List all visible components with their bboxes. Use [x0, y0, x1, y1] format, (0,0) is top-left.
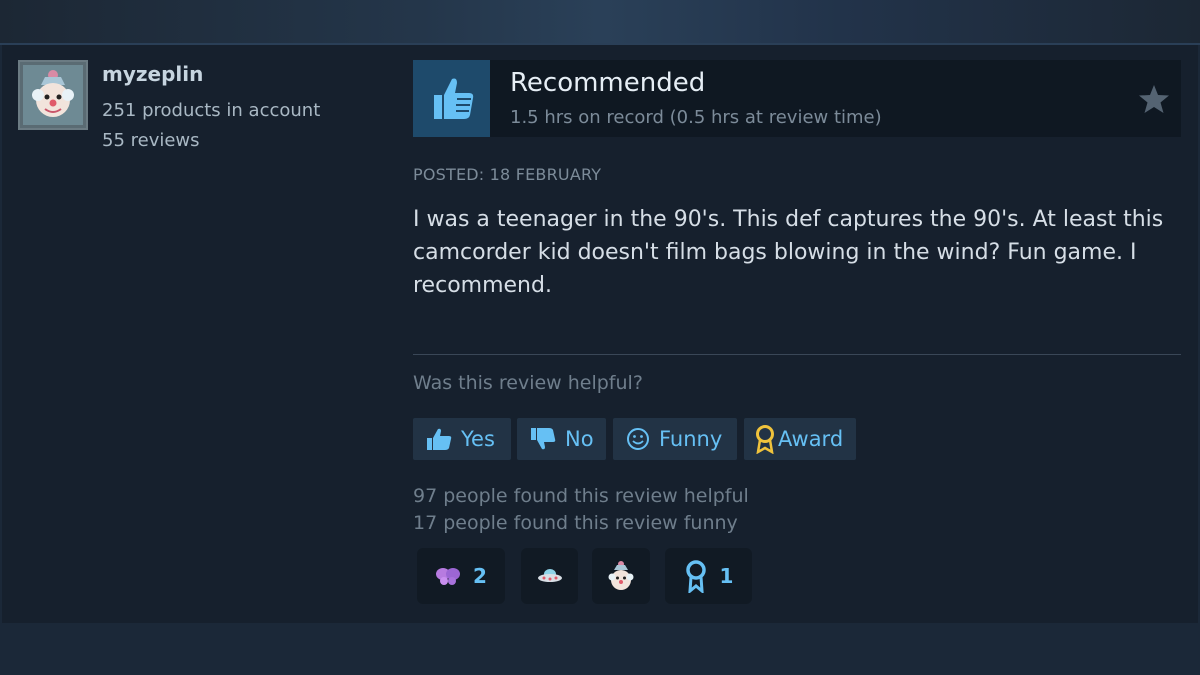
- clown-avatar-icon: [23, 65, 83, 125]
- helpful-count: 97 people found this review helpful: [413, 485, 749, 507]
- thumbs-up-box: [413, 60, 490, 137]
- thumbs-up-icon: [427, 428, 452, 450]
- no-button[interactable]: No: [517, 418, 606, 460]
- divider: [413, 354, 1181, 355]
- funny-button[interactable]: Funny: [613, 418, 737, 460]
- hours-on-record: 1.5 hrs on record (0.5 hrs at review tim…: [510, 107, 882, 128]
- butterfly-icon: [436, 568, 461, 585]
- username-link[interactable]: myzeplin: [102, 62, 203, 86]
- avatar[interactable]: [18, 60, 88, 130]
- no-label: No: [565, 427, 594, 451]
- award-ribbon-icon: [756, 425, 774, 454]
- posted-date: POSTED: 18 FEBRUARY: [413, 165, 602, 184]
- thumbs-up-icon: [433, 78, 473, 119]
- funny-label: Funny: [659, 427, 723, 451]
- thumbs-down-icon: [531, 428, 556, 450]
- products-count[interactable]: 251 products in account: [102, 100, 320, 121]
- yes-label: Yes: [461, 427, 495, 451]
- award-chip-butterfly[interactable]: 2: [417, 548, 505, 604]
- award-count: 2: [473, 564, 487, 588]
- star-icon[interactable]: [1138, 83, 1170, 115]
- clown-face-icon: [608, 561, 634, 590]
- review-verdict[interactable]: Recommended: [510, 68, 705, 98]
- reviews-count[interactable]: 55 reviews: [102, 130, 200, 151]
- review-text: I was a teenager in the 90's. This def c…: [413, 207, 1164, 298]
- award-count: 1: [719, 564, 734, 588]
- ribbon-icon: [685, 560, 706, 593]
- award-chip-clown[interactable]: [592, 548, 650, 604]
- helpful-question: Was this review helpful?: [413, 372, 643, 394]
- top-banner: [0, 0, 1200, 44]
- award-label: Award: [778, 427, 844, 451]
- bottom-background: [0, 623, 1200, 675]
- award-chip-ribbon[interactable]: 1: [665, 548, 752, 604]
- ufo-icon: [537, 569, 562, 582]
- smiley-icon: [627, 428, 649, 450]
- award-chip-ufo[interactable]: [521, 548, 578, 604]
- funny-count: 17 people found this review funny: [413, 512, 738, 534]
- yes-button[interactable]: Yes: [413, 418, 511, 460]
- award-button[interactable]: Award: [744, 418, 856, 460]
